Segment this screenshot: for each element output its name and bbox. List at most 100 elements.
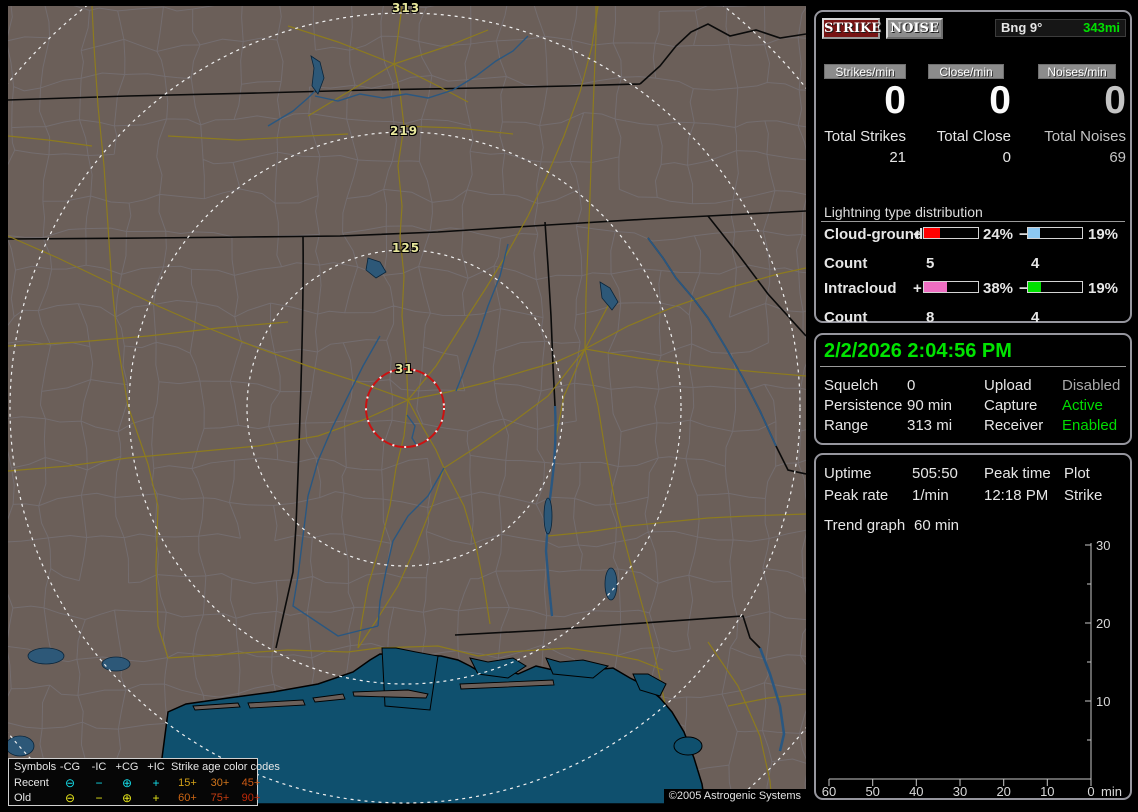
recent-ic-neg-icon: − [95, 775, 103, 790]
old-cg-neg-icon: ⊖ [64, 790, 76, 805]
age-45: 45+ [241, 776, 261, 789]
strikes-column: Strikes/min 0 Total Strikes 21 [824, 64, 906, 166]
recent-cg-neg-icon: ⊖ [64, 775, 76, 790]
total-close-value: 0 [1002, 149, 1011, 166]
x-tick-20: 20 [996, 784, 1010, 799]
ic-plus-count: 8 [926, 309, 935, 326]
total-close-label: Total Close [936, 128, 1011, 145]
persistence-label: Persistence [824, 397, 903, 414]
count-label: Count [824, 255, 868, 272]
ic-minus-count: 4 [1031, 309, 1040, 326]
y-tick-10: 10 [1096, 694, 1110, 709]
legend-age-title: Strike age color codes [171, 761, 280, 773]
squelch-label: Squelch [824, 377, 879, 394]
range-value: 313 mi [907, 417, 953, 434]
ring-label-125: 125 [392, 241, 421, 255]
intracloud-row: Intracloud + 38% − 19% [816, 280, 1130, 297]
distribution-divider [821, 221, 1125, 222]
ic-plus-bar [923, 281, 979, 293]
strike-panel: STRIKE NOISE Bng 9° 343mi Strikes/min 0 … [814, 10, 1132, 326]
legend-col-ic-neg: -IC [91, 761, 107, 773]
cloud-ground-row: Cloud-ground + 24% − 19% [816, 226, 1130, 243]
age-15: 15+ [178, 776, 197, 789]
y-tick-20: 20 [1096, 616, 1110, 631]
bearing-label: Bng 9° [1001, 20, 1043, 35]
tab-strike[interactable]: STRIKE [822, 18, 881, 39]
upload-label: Upload [984, 377, 1032, 394]
ring-label-313: 313 [392, 1, 421, 15]
old-cg-pos-icon: ⊕ [121, 790, 133, 805]
noises-per-min-button[interactable]: Noises/min [1038, 64, 1116, 79]
x-tick-0: 0 [1087, 784, 1094, 799]
trend-graph: 30 20 10 60 50 40 30 20 10 0 min [822, 538, 1122, 799]
old-ic-pos-icon: + [152, 790, 160, 805]
close-rate: 0 [989, 79, 1011, 122]
noises-column: Noises/min 0 Total Noises 69 [1038, 64, 1126, 166]
ic-minus-bar-fill [1028, 282, 1041, 292]
squelch-value: 0 [907, 377, 916, 394]
datetime-divider [820, 366, 1126, 367]
stats-panel: Uptime 505:50 Peak time Plot Peak rate 1… [814, 453, 1132, 800]
persistence-value: 90 min [907, 397, 953, 414]
status-row: Range 313 mi Receiver Enabled [816, 417, 1130, 434]
capture-state: Active [1062, 397, 1103, 414]
cg-plus-bar [923, 227, 979, 239]
bearing-box[interactable]: Bng 9° 343mi [995, 19, 1126, 37]
x-axis-unit: min [1101, 784, 1122, 799]
ring-label-31: 31 [395, 362, 414, 376]
total-noises-label: Total Noises [1044, 128, 1126, 145]
x-tick-50: 50 [865, 784, 879, 799]
recent-cg-pos-icon: ⊕ [121, 775, 133, 790]
legend-old-label: Old [14, 791, 32, 804]
noises-rate: 0 [1104, 79, 1126, 122]
age-60: 60+ [178, 791, 197, 804]
total-noises-value: 69 [1109, 149, 1126, 166]
y-ticks [1085, 544, 1091, 741]
legend-symbols-header: Symbols [14, 761, 57, 773]
strikes-per-min-button[interactable]: Strikes/min [824, 64, 906, 79]
cg-minus-bar-fill [1028, 228, 1040, 238]
cg-minus-bar [1027, 227, 1083, 239]
legend-recent-label: Recent [14, 776, 49, 789]
cg-plus-bar-fill [924, 228, 940, 238]
age-75: 75+ [210, 791, 230, 804]
total-strikes-value: 21 [889, 149, 906, 166]
ic-plus-bar-fill [924, 282, 947, 292]
legend-col-ic-pos: +IC [147, 761, 165, 773]
x-tick-10: 10 [1040, 784, 1054, 799]
old-ic-neg-icon: − [95, 790, 103, 805]
ring-label-219: 219 [390, 124, 419, 138]
legend-col-cg-neg: -CG [59, 761, 81, 773]
x-tick-30: 30 [953, 784, 967, 799]
intracloud-count-row: Count 8 4 [816, 309, 1130, 326]
capture-label: Capture [984, 397, 1038, 414]
close-column: Close/min 0 Total Close 0 [928, 64, 1011, 166]
cloud-ground-label: Cloud-ground [824, 226, 924, 243]
ic-minus-bar [1027, 281, 1083, 293]
datetime: 2/2/2026 2:04:56 PM [824, 340, 1012, 362]
bearing-range: 343mi [1083, 20, 1120, 35]
cg-plus-count: 5 [926, 255, 935, 272]
cg-plus-percent: 24% [983, 226, 1014, 243]
graph-axes [829, 543, 1092, 780]
age-30: 30+ [210, 776, 230, 789]
distribution-title: Lightning type distribution [824, 204, 983, 220]
symbol-legend: Symbols -CG -IC +CG +IC Strike age color… [8, 758, 280, 806]
count-label: Count [824, 309, 868, 326]
total-strikes-label: Total Strikes [824, 128, 906, 145]
lightning-map[interactable]: 313 219 125 31 Symbols -CG -IC +CG +IC S… [8, 1, 806, 806]
status-panel: 2/2/2026 2:04:56 PM Squelch 0 Upload Dis… [814, 333, 1132, 445]
strikes-rate: 0 [884, 79, 906, 122]
y-tick-30: 30 [1096, 538, 1110, 553]
ic-minus-percent: 19% [1088, 280, 1119, 297]
tab-noise[interactable]: NOISE [886, 18, 943, 39]
cg-minus-percent: 19% [1088, 226, 1119, 243]
copyright: ©2005 Astrogenic Systems [663, 789, 806, 804]
intracloud-label: Intracloud [824, 280, 897, 297]
cloud-ground-count-row: Count 5 4 [816, 255, 1130, 272]
x-tick-60: 60 [822, 784, 836, 799]
cg-minus-count: 4 [1031, 255, 1040, 272]
close-per-min-button[interactable]: Close/min [928, 64, 1004, 79]
ic-plus-percent: 38% [983, 280, 1014, 297]
x-tick-40: 40 [909, 784, 923, 799]
